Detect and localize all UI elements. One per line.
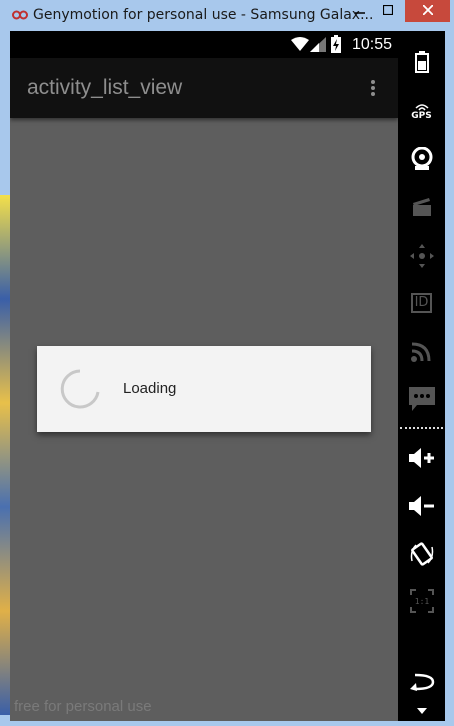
cast-widget-button[interactable]	[398, 331, 445, 371]
signal-icon	[310, 37, 326, 52]
sms-widget-button[interactable]	[398, 379, 445, 419]
window-title: Genymotion for personal use - Samsung Ga…	[33, 7, 374, 23]
loading-dialog: Loading	[37, 346, 371, 432]
battery-icon	[414, 51, 429, 73]
status-time: 10:55	[351, 36, 392, 53]
minimize-button[interactable]	[346, 0, 374, 22]
camera-widget-button[interactable]	[398, 139, 445, 179]
watermark-text: free for personal use	[14, 698, 152, 715]
ratio-label: 1:1	[414, 597, 429, 606]
device-screen[interactable]: 10:55 activity_list_view Loading free fo…	[10, 31, 398, 721]
activity-title: activity_list_view	[27, 76, 183, 99]
overflow-menu-icon[interactable]	[370, 79, 376, 97]
id-icon: ID	[410, 293, 433, 313]
volume-down-icon	[408, 496, 434, 516]
close-button[interactable]	[405, 0, 450, 22]
volume-down-button[interactable]	[398, 486, 445, 526]
maximize-icon	[383, 5, 393, 15]
gps-widget-button[interactable]: GPS	[398, 92, 445, 132]
gps-icon	[414, 104, 429, 111]
pixel-perfect-button[interactable]: 1:1	[398, 581, 445, 621]
minimize-icon	[355, 12, 365, 14]
sidebar-divider	[400, 427, 443, 429]
window-border-bottom	[0, 721, 454, 726]
sms-icon	[408, 387, 435, 411]
window-border-right	[445, 31, 454, 726]
device-id-widget-button[interactable]: ID	[398, 283, 445, 323]
desktop-background-strip	[0, 195, 10, 715]
window-titlebar[interactable]: Genymotion for personal use - Samsung Ga…	[0, 0, 454, 31]
loading-message: Loading	[123, 380, 177, 397]
close-icon	[422, 5, 433, 15]
genymotion-sidebar: GPS ID 1:1	[398, 31, 445, 721]
dpad-icon	[409, 244, 434, 268]
action-bar: activity_list_view	[10, 58, 398, 118]
progress-spinner-icon	[60, 369, 100, 409]
genymotion-window: Genymotion for personal use - Samsung Ga…	[0, 0, 454, 726]
camera-icon	[411, 147, 432, 170]
video-capture-icon	[412, 198, 431, 216]
android-status-bar: 10:55	[10, 31, 398, 58]
cast-icon	[410, 342, 430, 362]
menu-down-icon	[416, 708, 427, 714]
pixel-perfect-icon: 1:1	[409, 589, 434, 613]
volume-up-button[interactable]	[398, 438, 445, 478]
maximize-button[interactable]	[374, 0, 402, 22]
rotate-button[interactable]	[398, 534, 445, 574]
dpad-widget-button[interactable]	[398, 236, 445, 276]
video-capture-widget-button[interactable]	[398, 187, 445, 227]
wifi-icon	[291, 37, 309, 51]
genymotion-logo-icon	[12, 10, 28, 20]
battery-status-icon	[331, 35, 341, 53]
back-icon	[409, 673, 434, 691]
battery-widget-button[interactable]	[398, 42, 445, 82]
gps-label: GPS	[411, 111, 432, 121]
rotate-icon	[410, 542, 433, 566]
volume-up-icon	[408, 448, 434, 468]
